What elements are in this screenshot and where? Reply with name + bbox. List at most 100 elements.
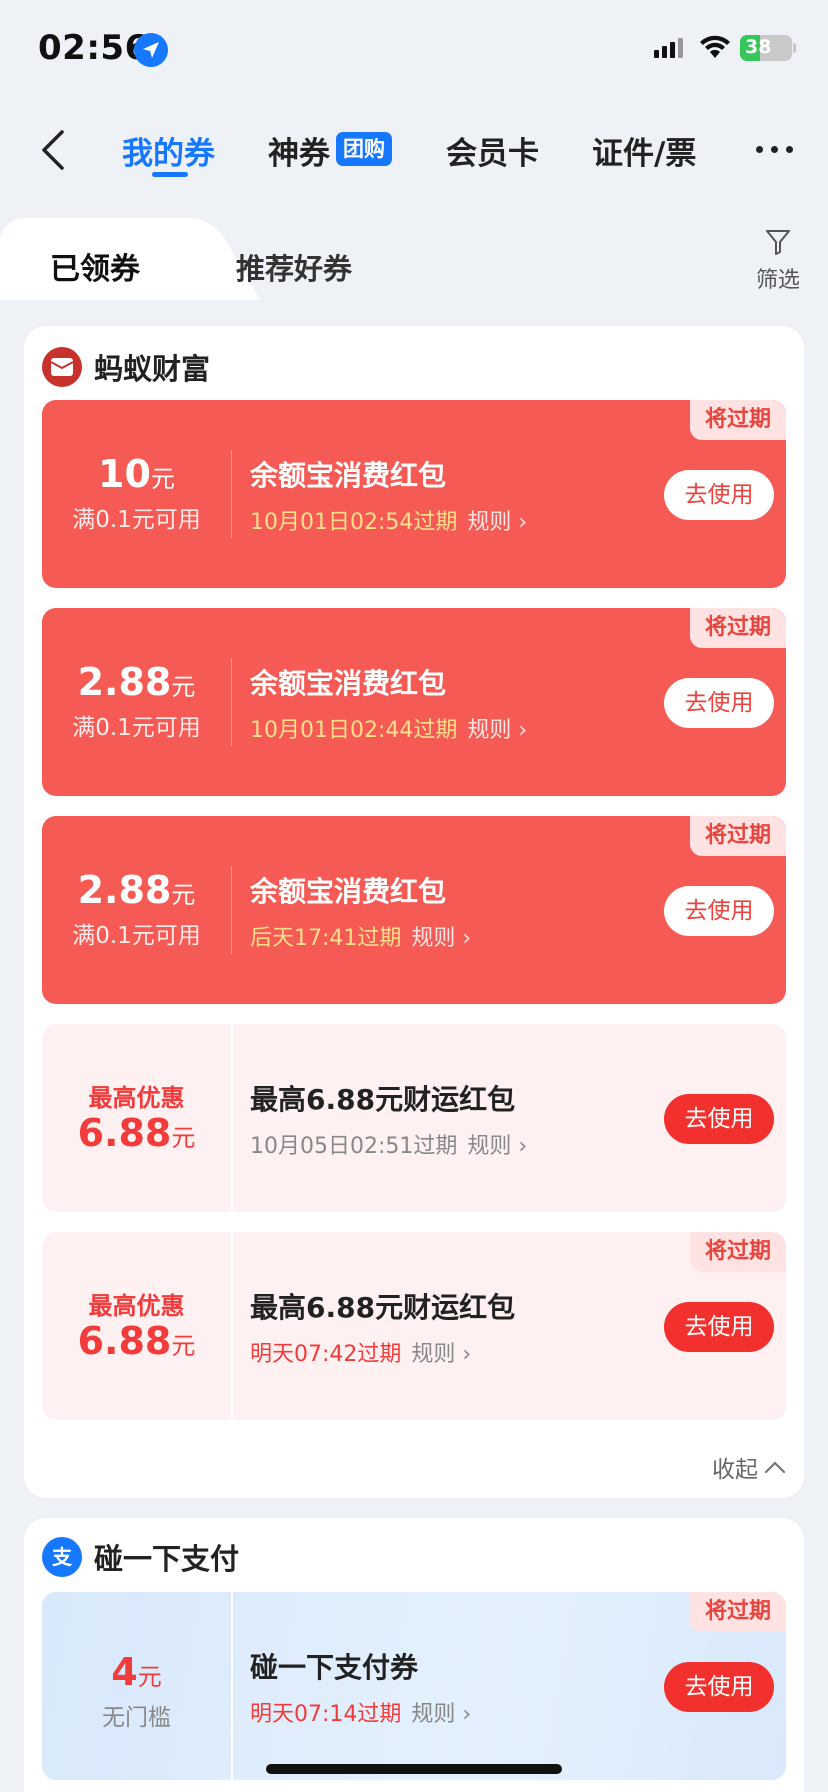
location-icon	[134, 33, 168, 67]
active-tab-indicator	[152, 172, 188, 177]
rule-label: 规则	[467, 718, 512, 743]
chevron-right-icon: ›	[518, 718, 528, 743]
top-nav: 我的券 神券 团购 会员卡 证件/票	[0, 112, 828, 192]
coupon-card: 2.88元 满0.1元可用 余额宝消费红包 10月01日02:44过期 规则 ›…	[42, 608, 786, 796]
coupon-title: 最高6.88元财运红包	[250, 1291, 516, 1324]
group-buy-badge: 团购	[336, 132, 392, 166]
coupon-condition: 满0.1元可用	[72, 715, 201, 741]
ant-fortune-logo-icon	[42, 347, 82, 387]
coupon-amount-unit: 元	[171, 1332, 196, 1360]
expiring-tag: 将过期	[690, 1232, 786, 1272]
coupon-amount: 最高优惠 6.88元	[42, 1286, 231, 1363]
use-coupon-button[interactable]: 去使用	[664, 470, 774, 520]
coupon-meta: 10月01日02:54过期 规则 ›	[250, 504, 527, 536]
back-arrow-icon[interactable]	[38, 128, 68, 172]
coupon-divider	[231, 1232, 233, 1420]
coupon-divider	[231, 658, 232, 746]
coupon-amount: 最高优惠 6.88元	[42, 1078, 231, 1155]
sub-tab-received[interactable]: 已领券	[50, 244, 140, 288]
use-coupon-button[interactable]: 去使用	[664, 886, 774, 936]
expiring-tag: 将过期	[690, 1592, 786, 1632]
sub-tab-recommended[interactable]: 推荐好券	[236, 246, 352, 288]
use-coupon-button[interactable]: 去使用	[664, 1662, 774, 1712]
expiring-tag: 将过期	[690, 608, 786, 648]
coupon-card: 2.88元 满0.1元可用 余额宝消费红包 后天17:41过期 规则 › 去使用…	[42, 816, 786, 1004]
filter-label: 筛选	[755, 268, 800, 293]
coupon-expire: 10月01日02:54过期	[250, 510, 458, 535]
coupon-amount-value: 6.88	[77, 1319, 172, 1363]
coupon-amount-unit: 元	[137, 1663, 162, 1691]
coupon-card: 10元 满0.1元可用 余额宝消费红包 10月01日02:54过期 规则 › 去…	[42, 400, 786, 588]
rule-label: 规则	[411, 1342, 456, 1367]
coupon-title: 最高6.88元财运红包	[250, 1083, 516, 1116]
coupon-card: 最高优惠 6.88元 最高6.88元财运红包 10月05日02:51过期 规则 …	[42, 1024, 786, 1212]
coupon-rule-link[interactable]: 规则 ›	[411, 1696, 471, 1728]
coupon-divider	[231, 450, 232, 538]
coupon-rule-link[interactable]: 规则 ›	[467, 712, 527, 744]
coupon-top-label: 最高优惠	[88, 1084, 185, 1112]
coupon-amount-unit: 元	[171, 881, 196, 909]
tab-my-coupons[interactable]: 我的券	[122, 128, 215, 173]
rule-label: 规则	[467, 1134, 512, 1159]
coupon-condition: 满0.1元可用	[72, 507, 201, 533]
rule-label: 规则	[411, 1702, 456, 1727]
wifi-icon	[700, 35, 730, 58]
coupon-meta: 明天07:14过期 规则 ›	[250, 1696, 471, 1728]
coupon-meta: 明天07:42过期 规则 ›	[250, 1336, 471, 1368]
coupon-rule-link[interactable]: 规则 ›	[411, 920, 471, 952]
coupon-rule-link[interactable]: 规则 ›	[411, 1336, 471, 1368]
coupon-expire: 明天07:42过期	[250, 1342, 402, 1367]
coupon-divider	[231, 1024, 233, 1212]
filter-icon	[766, 230, 790, 255]
coupon-amount: 4元 无门槛	[42, 1650, 231, 1732]
coupon-amount-unit: 元	[150, 465, 175, 493]
use-coupon-button[interactable]: 去使用	[664, 1094, 774, 1144]
home-indicator	[266, 1764, 562, 1774]
chevron-right-icon: ›	[462, 1342, 472, 1367]
use-coupon-button[interactable]: 去使用	[664, 1302, 774, 1352]
rule-label: 规则	[467, 510, 512, 535]
coupon-amount-value: 6.88	[77, 1111, 172, 1155]
battery-level: 38	[745, 36, 772, 58]
status-bar: 02:56 38	[0, 0, 828, 100]
coupon-meta: 10月05日02:51过期 规则 ›	[250, 1128, 527, 1160]
alipay-logo-icon: 支	[42, 1537, 82, 1577]
section-title: 碰一下支付	[94, 1542, 240, 1576]
coupon-amount: 2.88元 满0.1元可用	[42, 660, 231, 742]
coupon-expire: 10月05日02:51过期	[250, 1134, 458, 1159]
chevron-right-icon: ›	[462, 926, 472, 951]
expiring-tag: 将过期	[690, 400, 786, 440]
coupon-card: 最高优惠 6.88元 最高6.88元财运红包 明天07:42过期 规则 › 去使…	[42, 1232, 786, 1420]
battery-tip	[793, 43, 796, 53]
chevron-right-icon: ›	[462, 1702, 472, 1727]
coupon-meta: 后天17:41过期 规则 ›	[250, 920, 471, 952]
coupon-amount-value: 2.88	[77, 660, 172, 704]
more-icon[interactable]	[756, 146, 793, 153]
collapse-button[interactable]: 收起	[712, 1450, 786, 1484]
coupon-card: 4元 无门槛 碰一下支付券 明天07:14过期 规则 › 去使用 将过期	[42, 1592, 786, 1780]
tab-membership-card[interactable]: 会员卡	[446, 128, 539, 173]
use-coupon-button[interactable]: 去使用	[664, 678, 774, 728]
chevron-right-icon: ›	[518, 510, 528, 535]
coupon-amount-value: 4	[111, 1650, 138, 1694]
tab-super-coupons[interactable]: 神券	[268, 128, 330, 173]
tab-id-tickets[interactable]: 证件/票	[592, 128, 696, 173]
coupon-amount: 10元 满0.1元可用	[42, 452, 231, 534]
coupon-amount-unit: 元	[171, 1124, 196, 1152]
coupon-rule-link[interactable]: 规则 ›	[467, 504, 527, 536]
coupon-condition: 无门槛	[102, 1705, 171, 1731]
coupon-amount-value: 2.88	[77, 868, 172, 912]
section-tap-to-pay: 支 碰一下支付 4元 无门槛 碰一下支付券 明天07:14过期 规则 › 去使用…	[24, 1518, 804, 1792]
rule-label: 规则	[411, 926, 456, 951]
section-header: 支 碰一下支付	[42, 1536, 239, 1578]
chevron-right-icon: ›	[518, 1134, 528, 1159]
coupon-amount-value: 10	[98, 452, 151, 496]
filter-button[interactable]: 筛选	[752, 228, 804, 294]
cellular-signal-icon	[654, 38, 683, 58]
coupon-amount-unit: 元	[171, 673, 196, 701]
coupon-rule-link[interactable]: 规则 ›	[467, 1128, 527, 1160]
coupon-top-label: 最高优惠	[88, 1292, 185, 1320]
svg-text:支: 支	[52, 1545, 73, 1569]
expiring-tag: 将过期	[690, 816, 786, 856]
collapse-label: 收起	[712, 1457, 758, 1483]
